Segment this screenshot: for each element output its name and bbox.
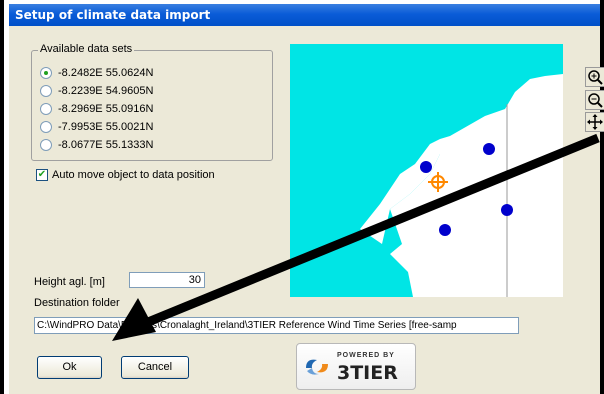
destination-label: Destination folder xyxy=(34,297,120,309)
radio-button[interactable] xyxy=(40,85,52,97)
dialog-title: Setup of climate data import xyxy=(15,8,211,22)
data-point[interactable] xyxy=(483,143,495,155)
dataset-option[interactable]: -8.2969E 55.0916N xyxy=(40,102,153,116)
window-edge-right xyxy=(600,0,604,394)
data-point[interactable] xyxy=(420,161,432,173)
zoom-out-icon xyxy=(588,93,603,108)
pan-button[interactable] xyxy=(585,112,604,132)
radio-button[interactable] xyxy=(40,103,52,115)
height-label: Height agl. [m] xyxy=(34,276,105,288)
datasets-legend: Available data sets xyxy=(38,43,135,55)
dataset-option[interactable]: -8.0677E 55.1333N xyxy=(40,138,153,152)
dataset-option[interactable]: -8.2239E 54.9605N xyxy=(40,84,153,98)
dataset-label: -8.2239E 54.9605N xyxy=(58,85,154,97)
pan-icon xyxy=(587,114,603,130)
destination-folder-input[interactable]: C:\WindPRO Data\Projects\Cronalaght_Irel… xyxy=(34,317,519,334)
zoom-in-button[interactable] xyxy=(585,67,604,87)
radio-button[interactable] xyxy=(40,139,52,151)
logo-name: 3TIER xyxy=(337,362,398,384)
logo-powered-by: POWERED BY xyxy=(337,352,395,359)
dataset-label: -8.2969E 55.0916N xyxy=(58,103,154,115)
zoom-in-icon xyxy=(588,70,603,85)
auto-move-checkbox[interactable]: ✔ xyxy=(36,169,48,181)
dataset-label: -8.0677E 55.1333N xyxy=(58,139,154,151)
cancel-button[interactable]: Cancel xyxy=(121,356,189,379)
climate-import-dialog: Setup of climate data import Available d… xyxy=(9,4,604,394)
3tier-logo-button[interactable]: POWERED BY 3TIER xyxy=(296,343,416,390)
auto-move-checkbox-row[interactable]: ✔ Auto move object to data position xyxy=(36,169,215,181)
data-point[interactable] xyxy=(501,204,513,216)
height-input[interactable]: 30 xyxy=(129,272,205,288)
ok-button[interactable]: Ok xyxy=(37,356,102,379)
zoom-out-button[interactable] xyxy=(585,90,604,110)
location-map[interactable] xyxy=(290,44,563,297)
radio-button[interactable] xyxy=(40,67,52,79)
radio-button[interactable] xyxy=(40,121,52,133)
auto-move-label: Auto move object to data position xyxy=(52,169,215,181)
map-canvas xyxy=(290,74,563,297)
dataset-option[interactable]: -7.9953E 55.0021N xyxy=(40,120,153,134)
dataset-option[interactable]: -8.2482E 55.0624N xyxy=(40,66,153,80)
dataset-label: -8.2482E 55.0624N xyxy=(58,67,154,79)
window-edge-left xyxy=(0,0,4,394)
dataset-label: -7.9953E 55.0021N xyxy=(58,121,154,133)
available-datasets-group: Available data sets -8.2482E 55.0624N -8… xyxy=(31,43,273,161)
3tier-logo-icon xyxy=(306,359,328,375)
data-point[interactable] xyxy=(439,224,451,236)
title-bar[interactable]: Setup of climate data import xyxy=(9,4,600,26)
